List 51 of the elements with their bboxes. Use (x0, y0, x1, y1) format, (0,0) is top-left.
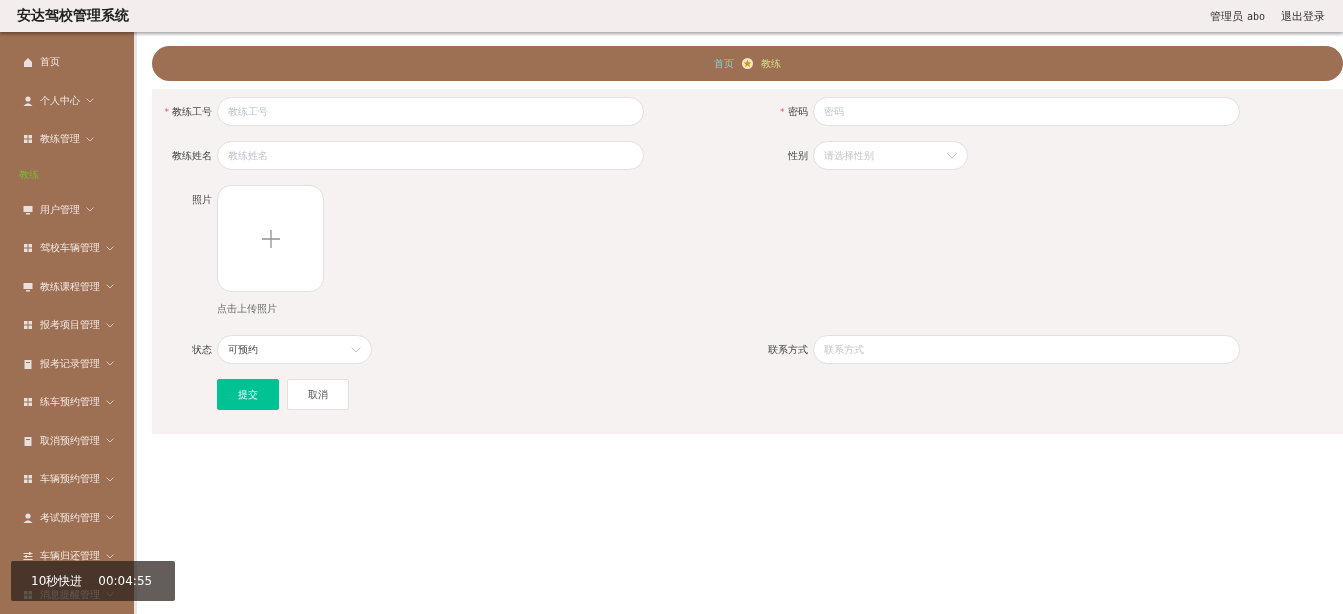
grid-icon (23, 243, 33, 254)
person-icon (23, 95, 33, 106)
plus-icon (261, 229, 280, 248)
logout-link[interactable]: 退出登录 (1281, 8, 1325, 24)
field-label: 联系方式 (767, 342, 808, 357)
breadcrumb-link[interactable]: 教练 (761, 56, 781, 71)
grid-icon (23, 134, 33, 145)
playback-time: 00:04:55 (98, 574, 153, 588)
sidebar-item[interactable]: 首页 (0, 43, 134, 82)
upload-box[interactable] (217, 185, 324, 292)
field-label: 性别 (787, 148, 808, 163)
monitor-icon (23, 281, 33, 292)
field-label: 照片 (192, 192, 212, 207)
sidebar-item[interactable]: 用户管理 (0, 190, 134, 229)
field-label: 密码 (787, 104, 808, 119)
submit-button[interactable]: 提交 (217, 379, 279, 410)
sidebar-item[interactable]: 考试预约管理 (0, 498, 134, 537)
breadcrumb-link[interactable]: 首页 (714, 56, 734, 71)
upload-hint: 点击上传照片 (217, 302, 278, 316)
app-title: 安达驾校管理系统 (17, 7, 129, 25)
clipboard-icon (23, 435, 33, 446)
monitor-icon (23, 204, 33, 215)
sidebar-item[interactable]: 练车预约管理 (0, 383, 134, 422)
grid-icon (23, 320, 33, 331)
sidebar-item[interactable]: 教练课程管理 (0, 267, 134, 306)
sidebar-item[interactable]: 个人中心 (0, 81, 134, 120)
select-field[interactable]: 可预约 (217, 335, 372, 364)
field-label: 教练姓名 (172, 148, 212, 163)
sidebar-item[interactable]: 报考记录管理 (0, 344, 134, 383)
field-label: 教练工号 (172, 104, 212, 119)
grid-icon (23, 397, 33, 408)
required-mark: * (164, 106, 169, 117)
sidebar-item[interactable]: 驾校车辆管理 (0, 229, 134, 268)
person-icon (23, 512, 33, 523)
user-info: 管理员 abo (1210, 8, 1265, 24)
sidebar-item[interactable]: 报考项目管理 (0, 306, 134, 345)
sidebar-item[interactable]: 教练管理 (0, 120, 134, 159)
required-mark: * (780, 106, 785, 117)
chevron-down-icon (351, 346, 361, 353)
chevron-down-icon (946, 152, 957, 159)
sidebar-item[interactable]: 车辆预约管理 (0, 460, 134, 499)
clipboard-icon (23, 358, 33, 369)
cancel-button[interactable]: 取消 (287, 379, 349, 410)
sidebar-item[interactable]: 取消预约管理 (0, 421, 134, 460)
home-icon (23, 57, 33, 68)
sliders-icon (23, 551, 33, 562)
input-field[interactable]: 密码 (812, 97, 1240, 126)
fast-forward-label[interactable]: 10秒快进 (31, 572, 83, 590)
grid-icon (23, 474, 33, 485)
field-label: 状态 (192, 342, 212, 357)
star-icon (742, 58, 753, 69)
